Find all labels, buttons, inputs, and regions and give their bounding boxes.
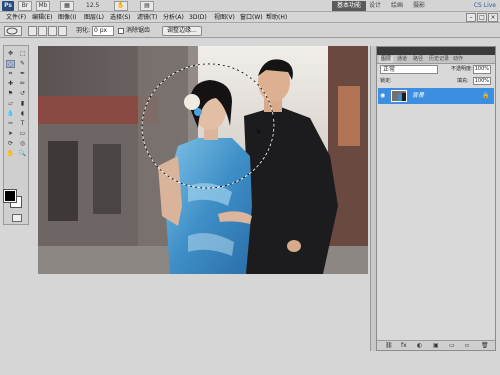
workspace-photography[interactable]: 摄影 [408,1,430,11]
delete-layer-icon[interactable]: 🗑 [481,342,489,350]
menu-image[interactable]: 图像(I) [58,13,76,22]
menu-view[interactable]: 视图(V) [214,13,235,22]
eye-icon[interactable]: ◉ [380,92,388,100]
subtract-selection-icon[interactable] [48,26,57,36]
menu-help[interactable]: 帮助(H) [266,13,287,22]
opacity-input[interactable]: 100% [473,65,491,74]
intersect-selection-icon[interactable] [58,26,67,36]
quick-mask-icon[interactable] [12,214,22,222]
menu-filter[interactable]: 滤镜(T) [137,13,157,22]
tab-layers[interactable]: 图层 [379,56,394,63]
layer-style-icon[interactable]: fx [401,342,407,350]
pen-tool-icon[interactable]: ✑ [6,120,15,128]
move-tool-icon[interactable]: ✥ [6,50,15,58]
hand-tool-icon[interactable]: ✋ [6,150,15,158]
link-layers-icon[interactable]: ⛓ [385,342,393,350]
lasso-tool-icon[interactable]: ◌ [6,60,15,68]
menu-layer[interactable]: 图层(L) [84,13,104,22]
add-selection-icon[interactable] [38,26,47,36]
antialias-checkbox[interactable] [118,28,124,34]
menu-bar: 文件(F) 编辑(E) 图像(I) 图层(L) 选择(S) 滤镜(T) 分析(A… [0,12,500,23]
type-tool-icon[interactable]: T [18,120,27,128]
menu-window[interactable]: 窗口(W) [240,13,263,22]
gradient-tool-icon[interactable]: ▮ [18,100,27,108]
blur-tool-icon[interactable]: 💧 [6,110,15,118]
tab-actions[interactable]: 动作 [451,56,465,63]
shape-tool-icon[interactable]: ▭ [18,130,27,138]
antialias-label: 消除锯齿 [126,27,151,34]
maximize-button[interactable]: □ [477,13,487,22]
tab-history[interactable]: 历史记录 [427,56,451,63]
minimize-button[interactable]: – [466,13,476,22]
menu-file[interactable]: 文件(F) [6,13,26,22]
new-selection-icon[interactable] [28,26,37,36]
brush-tool-icon[interactable]: ✏ [18,80,27,88]
layer-thumbnail [391,90,407,102]
path-select-icon[interactable]: ➤ [6,130,15,138]
arrange-documents-icon[interactable]: ▤ [140,1,154,11]
feather-input[interactable]: 0 px [92,26,114,36]
cs-live-button[interactable]: CS Live [474,1,496,11]
marquee-tool-icon[interactable]: ⬚ [18,50,27,58]
menu-select[interactable]: 选择(S) [110,13,131,22]
close-button[interactable]: × [488,13,498,22]
eraser-tool-icon[interactable]: ▱ [6,100,15,108]
hand-icon[interactable]: ✋ [114,1,128,11]
document-canvas[interactable] [38,46,368,274]
crop-tool-icon[interactable]: ⌗ [6,70,15,78]
tab-paths[interactable]: 路径 [411,56,425,63]
wedding-photo [38,46,368,274]
menu-analysis[interactable]: 分析(A) [163,13,184,22]
photoshop-logo: Ps [2,1,14,11]
tool-preset-picker[interactable] [4,26,22,36]
fill-input[interactable]: 100% [473,77,491,85]
adjustment-layer-icon[interactable]: ◐ [417,342,422,350]
zoom-level[interactable]: 12.5 [86,1,112,11]
blend-mode-select[interactable]: 正常 [380,65,438,74]
workspace-painting[interactable]: 绘画 [386,1,408,11]
3d-rotate-icon[interactable]: ⟳ [6,140,15,148]
layer-name[interactable]: 背景 [412,92,424,100]
menu-edit[interactable]: 编辑(E) [32,13,52,22]
layer-row-background[interactable]: ◉ 背景 🔒 [378,88,494,104]
fill-label: 填充: [457,78,469,84]
lasso-icon [6,27,18,35]
minibridge-icon[interactable]: Mb [36,1,50,11]
history-brush-icon[interactable]: ↺ [18,90,27,98]
layers-panel: 图层 通道 路径 历史记录 动作 正常 不透明度: 100% 锁定: 填充: 1… [376,46,496,351]
view-extras-icon[interactable]: ▦ [60,1,74,11]
bridge-icon[interactable]: Br [18,1,32,11]
dodge-tool-icon[interactable]: ◖ [18,110,27,118]
feather-label: 羽化: [76,27,91,34]
workspace-design[interactable]: 设计 [364,1,386,11]
new-group-icon[interactable]: ▭ [449,342,455,350]
healing-brush-icon[interactable]: ✚ [6,80,15,88]
layers-footer: ⛓ fx ◐ ▣ ▭ ▫ 🗑 [377,340,495,350]
panel-tabs: 图层 通道 路径 历史记录 动作 [377,55,495,64]
opacity-label: 不透明度: [451,66,473,72]
refine-edge-button[interactable]: 调整边缘... [162,26,202,36]
options-bar: 羽化: 0 px 消除锯齿 调整边缘... [0,24,500,38]
workspace-essentials[interactable]: 基本功能 [332,1,367,11]
panel-title-bar[interactable] [377,47,495,55]
foreground-color-swatch[interactable] [3,189,17,203]
new-layer-icon[interactable]: ▫ [465,342,469,350]
lock-label: 锁定: [380,78,392,84]
clone-stamp-icon[interactable]: ⚑ [6,90,15,98]
layer-mask-icon[interactable]: ▣ [433,342,439,350]
zoom-tool-icon[interactable]: 🔍 [18,150,27,158]
quick-select-icon[interactable]: ✎ [18,60,27,68]
eyedropper-icon[interactable]: ✒ [18,70,27,78]
tab-channels[interactable]: 通道 [395,56,409,63]
app-bar: Ps Br Mb ▦ 12.5 ✋ ▤ 基本功能 设计 绘画 摄影 CS Liv… [0,0,500,12]
menu-3d[interactable]: 3D(D) [189,13,207,22]
lock-icon: 🔒 [482,92,490,99]
3d-orbit-icon[interactable]: ◎ [18,140,27,148]
